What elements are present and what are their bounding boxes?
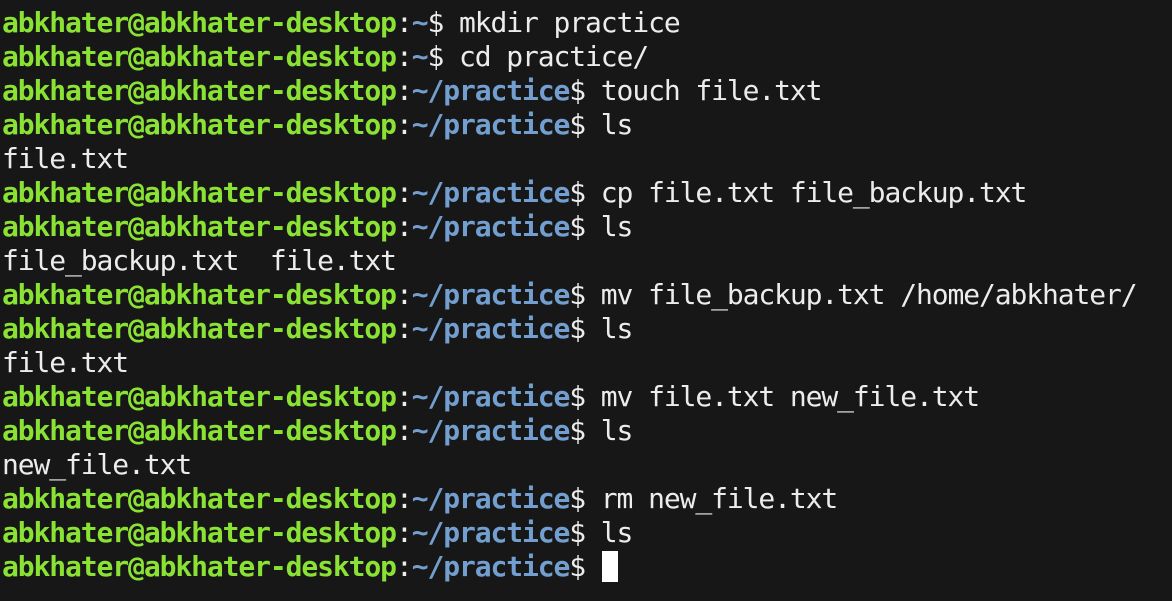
prompt-line: abkhater@abkhater-desktop:~/practice$ mv… [2, 380, 1172, 414]
prompt-line: abkhater@abkhater-desktop:~/practice$ ls [2, 210, 1172, 244]
command-text: mkdir practice [443, 6, 681, 39]
prompt-path: ~/practice [411, 210, 571, 243]
prompt-line: abkhater@abkhater-desktop:~/practice$ ls [2, 312, 1172, 346]
prompt-path: ~/practice [411, 482, 571, 515]
prompt-symbol: $ [569, 74, 586, 107]
output-text: file.txt [2, 346, 129, 379]
prompt-symbol: $ [569, 414, 586, 447]
command-text: mv file.txt new_file.txt [585, 380, 980, 413]
prompt-path: ~/practice [411, 414, 571, 447]
command-text: touch file.txt [585, 74, 823, 107]
prompt-path: ~/practice [411, 176, 571, 209]
output-text: file_backup.txt file.txt [2, 244, 397, 277]
prompt-user-host: abkhater@abkhater-desktop [2, 414, 397, 447]
prompt-symbol: $ [569, 108, 586, 141]
prompt-symbol: $ [569, 516, 586, 549]
prompt-line: abkhater@abkhater-desktop:~$ cd practice… [2, 40, 1172, 74]
prompt-colon: : [395, 40, 413, 73]
prompt-colon: : [395, 380, 413, 413]
terminal-window[interactable]: abkhater@abkhater-desktop:~$ mkdir pract… [0, 0, 1172, 601]
prompt-path: ~/practice [411, 380, 571, 413]
command-text: rm new_file.txt [585, 482, 838, 515]
prompt-line: abkhater@abkhater-desktop:~/practice$ ls [2, 414, 1172, 448]
prompt-colon: : [395, 108, 413, 141]
prompt-line: abkhater@abkhater-desktop:~/practice$ mv… [2, 278, 1172, 312]
prompt-path: ~/practice [411, 312, 571, 345]
prompt-user-host: abkhater@abkhater-desktop [2, 74, 397, 107]
prompt-symbol: $ [569, 312, 586, 345]
prompt-user-host: abkhater@abkhater-desktop [2, 6, 397, 39]
prompt-line: abkhater@abkhater-desktop:~/practice$ ls [2, 516, 1172, 550]
prompt-line: abkhater@abkhater-desktop:~/practice$ ls [2, 108, 1172, 142]
prompt-user-host: abkhater@abkhater-desktop [2, 176, 397, 209]
command-text: ls [585, 516, 634, 549]
prompt-user-host: abkhater@abkhater-desktop [2, 312, 397, 345]
command-output-line: file.txt [2, 142, 1172, 176]
prompt-path: ~/practice [411, 278, 571, 311]
command-text: mv file_backup.txt /home/abkhater/ [585, 278, 1138, 311]
command-output-line: file_backup.txt file.txt [2, 244, 1172, 278]
command-text: ls [585, 108, 634, 141]
prompt-user-host: abkhater@abkhater-desktop [2, 278, 397, 311]
prompt-user-host: abkhater@abkhater-desktop [2, 482, 397, 515]
prompt-user-host: abkhater@abkhater-desktop [2, 516, 397, 549]
prompt-symbol: $ [569, 210, 586, 243]
command-text: cp file.txt file_backup.txt [585, 176, 1028, 209]
text-cursor[interactable] [602, 551, 619, 582]
prompt-colon: : [395, 176, 413, 209]
command-text: ls [585, 312, 634, 345]
prompt-colon: : [395, 278, 413, 311]
prompt-path: ~/practice [411, 516, 571, 549]
prompt-symbol: $ [569, 176, 586, 209]
terminal-output: abkhater@abkhater-desktop:~$ mkdir pract… [2, 6, 1172, 584]
prompt-path: ~ [411, 40, 429, 73]
prompt-symbol: $ [569, 550, 586, 583]
prompt-user-host: abkhater@abkhater-desktop [2, 108, 397, 141]
prompt-path: ~/practice [411, 108, 571, 141]
prompt-colon: : [395, 312, 413, 345]
prompt-user-host: abkhater@abkhater-desktop [2, 550, 397, 583]
command-output-line: file.txt [2, 346, 1172, 380]
prompt-symbol: $ [569, 482, 586, 515]
prompt-colon: : [395, 414, 413, 447]
prompt-colon: : [395, 210, 413, 243]
prompt-symbol: $ [427, 6, 444, 39]
prompt-colon: : [395, 482, 413, 515]
prompt-path: ~/practice [411, 74, 571, 107]
command-text: ls [585, 210, 634, 243]
prompt-symbol: $ [569, 278, 586, 311]
active-prompt-line: abkhater@abkhater-desktop:~/practice$ [2, 550, 1172, 584]
prompt-colon: : [395, 516, 413, 549]
output-text: file.txt [2, 142, 129, 175]
prompt-colon: : [395, 74, 413, 107]
prompt-path: ~/practice [411, 550, 571, 583]
command-text: ls [585, 414, 634, 447]
prompt-user-host: abkhater@abkhater-desktop [2, 380, 397, 413]
prompt-colon: : [395, 550, 413, 583]
prompt-user-host: abkhater@abkhater-desktop [2, 210, 397, 243]
prompt-user-host: abkhater@abkhater-desktop [2, 40, 397, 73]
output-text: new_file.txt [2, 448, 192, 481]
prompt-line: abkhater@abkhater-desktop:~/practice$ rm… [2, 482, 1172, 516]
prompt-path: ~ [411, 6, 429, 39]
prompt-line: abkhater@abkhater-desktop:~/practice$ to… [2, 74, 1172, 108]
command-output-line: new_file.txt [2, 448, 1172, 482]
prompt-colon: : [395, 6, 413, 39]
prompt-line: abkhater@abkhater-desktop:~$ mkdir pract… [2, 6, 1172, 40]
command-text: cd practice/ [443, 40, 649, 73]
prompt-symbol: $ [569, 380, 586, 413]
prompt-symbol: $ [427, 40, 444, 73]
prompt-line: abkhater@abkhater-desktop:~/practice$ cp… [2, 176, 1172, 210]
